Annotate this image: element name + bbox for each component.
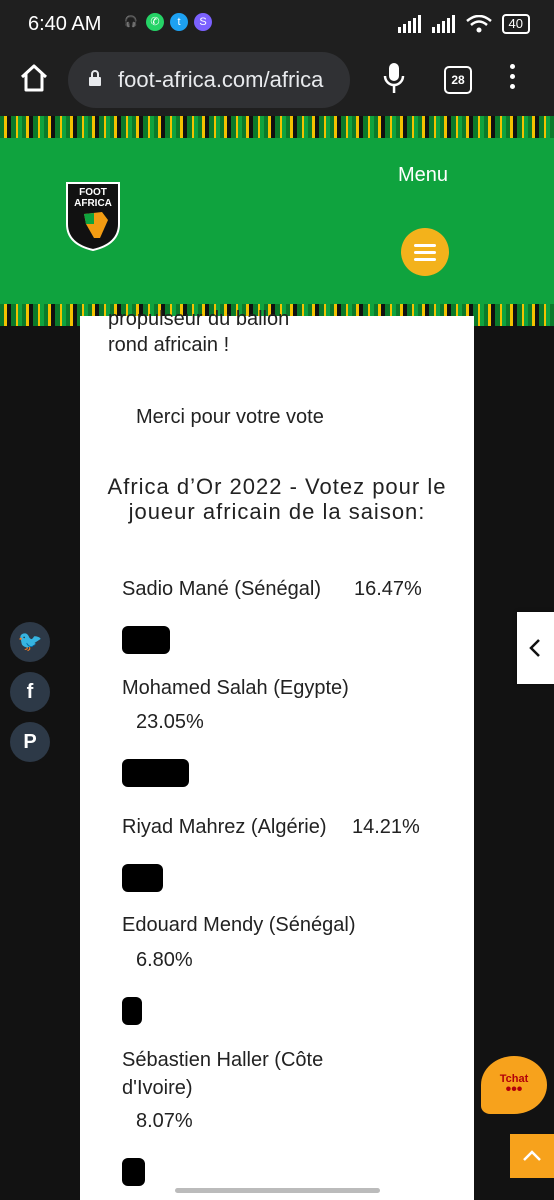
poll-option-name: Edouard Mendy (Sénégal) [122,914,356,936]
intro-line-2: rond africain ! [108,334,230,356]
chevron-up-icon [523,1150,541,1161]
logo-text-foot: FOOT [79,187,107,198]
lock-icon [89,70,101,86]
foot-africa-logo[interactable]: FOOT AFRICA [64,180,122,252]
poll-option-name: Mohamed Salah (Egypte) [122,677,349,699]
system-icons: 40 [397,14,530,34]
url-text: foot-africa.com/africa [118,67,324,92]
site-header: FOOT AFRICA Menu [0,116,554,326]
battery-indicator: 40 [501,14,530,34]
twitter-share-button[interactable]: 🐦 [10,622,50,662]
chat-widget-button[interactable]: Tchat ••• [481,1056,547,1114]
twitter-icon: 🐦 [17,631,43,653]
article-intro: propulseur du ballon rond africain ! [108,308,289,358]
headset-icon: 🎧 [124,16,138,28]
header-pattern-top [0,116,554,138]
poll-option-percent: 8.07% [136,1110,193,1132]
poll-option-percent: 14.21% [352,816,420,838]
poll-result-bar [122,1158,145,1186]
logo-text-africa: AFRICA [74,198,112,209]
side-panel-toggle[interactable] [517,612,554,684]
vote-thanks-message: Merci pour votre vote [136,406,324,428]
tab-switcher-button[interactable]: 28 [444,66,472,94]
skype-icon: S [194,13,212,31]
pinterest-icon: P [23,731,37,753]
whatsapp-icon: ✆ [146,13,164,31]
intro-line-1: propulseur du ballon [108,308,290,330]
facebook-icon: f [26,681,34,703]
pinterest-share-button[interactable]: P [10,722,50,762]
scroll-to-top-button[interactable] [510,1134,554,1178]
twitter-notification-icon: t [170,13,188,31]
poll-title: Africa d’Or 2022 - Votez pour le joueur … [107,474,447,524]
signal-icon [397,15,421,33]
facebook-share-button[interactable]: f [10,672,50,712]
poll-option-percent: 23.05% [136,711,204,733]
wifi-icon [465,15,492,33]
chat-dots-icon: ••• [505,1081,523,1098]
gesture-nav-bar [175,1188,380,1193]
clock: 6:40 AM [28,13,102,35]
poll-option-percent: 6.80% [136,949,193,971]
home-icon[interactable] [18,62,50,94]
poll-option-name: Riyad Mahrez (Algérie) [122,816,327,838]
poll-result-bar [122,626,170,654]
chevron-left-icon [529,639,540,657]
poll-option-name: Sadio Mané (Sénégal) [122,578,322,600]
status-bar: 6:40 AM 🎧 ✆ t S 40 [0,0,554,48]
poll-option-name: Sébastien Haller (Côte d'Ivoire) [122,1049,324,1099]
menu-label[interactable]: Menu [398,164,448,187]
poll-result-bar [122,864,163,892]
poll-result-bar [122,759,189,787]
poll-result-bar [122,997,142,1025]
browser-toolbar: foot-africa.com/africa 28 [0,48,554,116]
notification-icons: 🎧 ✆ t S [122,13,212,31]
poll-option-percent: 16.47% [354,578,422,600]
address-bar[interactable]: foot-africa.com/africa [68,52,350,108]
microphone-icon[interactable] [383,62,405,96]
signal-icon-2 [431,15,455,33]
hamburger-menu-button[interactable] [401,228,449,276]
more-menu-icon[interactable] [510,64,516,94]
